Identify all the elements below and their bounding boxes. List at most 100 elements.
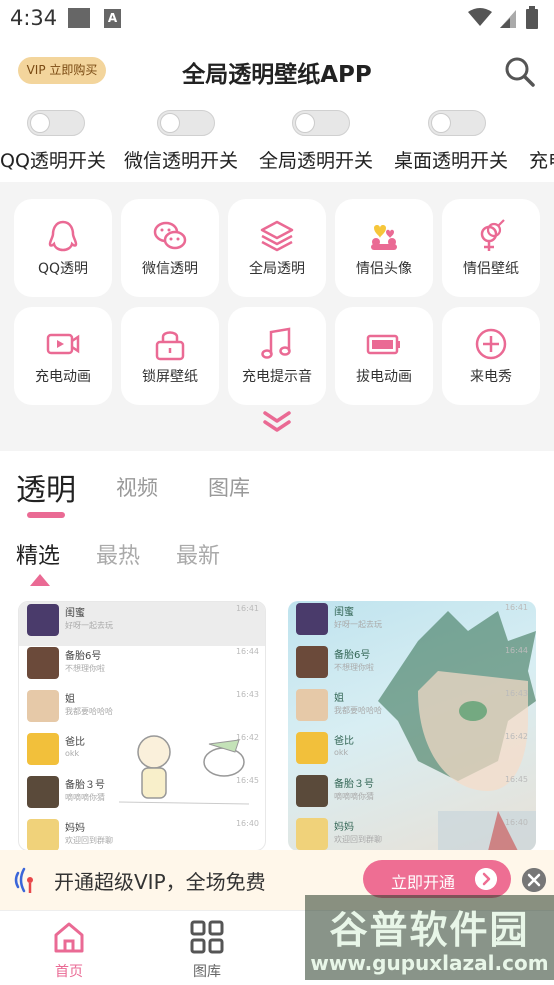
chat-time: 16:41 bbox=[504, 603, 528, 612]
toggle-switch[interactable] bbox=[292, 110, 350, 136]
lock-icon bbox=[155, 331, 185, 361]
chat-row: 备胎6号 不想理你啦 16:44 bbox=[19, 645, 265, 689]
cartoon-illustration bbox=[118, 735, 250, 805]
grid-item-couple-avatar[interactable]: 情侣头像 bbox=[335, 199, 433, 297]
chat-name: 备胎6号 bbox=[334, 650, 371, 661]
notification-app-icon: A bbox=[104, 9, 121, 28]
grid-item-lock-wallpaper[interactable]: 锁屏壁纸 bbox=[121, 307, 219, 405]
avatar bbox=[296, 603, 328, 635]
notification-icon bbox=[68, 8, 90, 28]
grid-label: 全局透明 bbox=[249, 261, 305, 277]
chat-row: 备胎6号 不想理你啦 16:44 bbox=[288, 644, 536, 688]
chat-time: 16:41 bbox=[235, 604, 259, 613]
avatar bbox=[296, 732, 328, 764]
chat-row: 爸比 okk 16:42 bbox=[288, 730, 536, 774]
chat-time: 16:43 bbox=[235, 690, 259, 699]
grid-label: 锁屏壁纸 bbox=[142, 369, 198, 385]
plus-circle-icon bbox=[475, 328, 507, 360]
grid-label: 微信透明 bbox=[142, 261, 198, 277]
chat-time: 16:44 bbox=[504, 646, 528, 655]
chat-message: 我都要哈哈哈 bbox=[65, 707, 113, 716]
chevron-down-double-icon[interactable] bbox=[261, 410, 293, 434]
chat-name: 备胎３号 bbox=[334, 779, 374, 790]
toggle-wechat[interactable]: 微信透明开关 bbox=[124, 108, 254, 178]
tab-transparent[interactable]: 透明 bbox=[16, 465, 76, 509]
chat-row: 闺蜜 好呀一起去玩 16:41 bbox=[288, 601, 536, 645]
toggle-qq[interactable]: QQ透明开关 bbox=[0, 108, 130, 178]
grid-item-charging-animation[interactable]: 充电动画 bbox=[14, 307, 112, 405]
battery-icon bbox=[366, 334, 400, 355]
avatar bbox=[296, 818, 328, 850]
nav-gallery[interactable]: 图库 bbox=[152, 911, 262, 985]
grid-label: 情侣壁纸 bbox=[463, 261, 519, 277]
chat-name: 爸比 bbox=[65, 737, 85, 748]
grid-icon bbox=[190, 920, 224, 954]
toggle-charging[interactable]: 充电 bbox=[529, 108, 554, 178]
avatar bbox=[27, 733, 59, 765]
subtab-newest[interactable]: 最新 bbox=[176, 538, 220, 570]
vip-signal-icon bbox=[14, 867, 33, 893]
couple-avatar-icon bbox=[371, 225, 397, 250]
grid-item-qq-transparent[interactable]: QQ透明 bbox=[14, 199, 112, 297]
avatar bbox=[296, 646, 328, 678]
watermark-url: www.gupuxlazal.com bbox=[310, 951, 549, 975]
avatar bbox=[296, 689, 328, 721]
grid-item-couple-wallpaper[interactable]: 情侣壁纸 bbox=[442, 199, 540, 297]
chat-name: 爸比 bbox=[334, 736, 354, 747]
grid-item-unplug-animation[interactable]: 拔电动画 bbox=[335, 307, 433, 405]
toggle-switch[interactable] bbox=[27, 110, 85, 136]
toggle-desktop[interactable]: 桌面透明开关 bbox=[394, 108, 524, 178]
nav-home[interactable]: 首页 bbox=[14, 911, 124, 985]
vip-open-button[interactable]: 立即开通 bbox=[363, 860, 511, 898]
chat-name: 妈妈 bbox=[65, 823, 85, 834]
chat-time: 16:42 bbox=[504, 732, 528, 741]
avatar bbox=[296, 775, 328, 807]
grid-label: 情侣头像 bbox=[356, 261, 412, 277]
status-time: 4:34 bbox=[10, 6, 58, 30]
vip-banner-text: 开通超级VIP，全场免费 bbox=[54, 870, 266, 894]
search-icon[interactable] bbox=[504, 56, 536, 88]
grid-item-call-show[interactable]: 来电秀 bbox=[442, 307, 540, 405]
video-icon bbox=[46, 333, 80, 355]
layers-icon bbox=[260, 220, 294, 252]
tab-gallery[interactable]: 图库 bbox=[208, 472, 250, 502]
subtab-featured[interactable]: 精选 bbox=[16, 538, 60, 570]
toggle-label: 充电 bbox=[529, 150, 554, 172]
grid-label: 充电动画 bbox=[35, 369, 91, 385]
avatar bbox=[27, 819, 59, 850]
chat-row: 姐 我都要哈哈哈 16:43 bbox=[288, 687, 536, 731]
toggle-switch[interactable] bbox=[157, 110, 215, 136]
grid-item-charging-sound[interactable]: 充电提示音 bbox=[228, 307, 326, 405]
chat-time: 16:43 bbox=[504, 689, 528, 698]
grid-label: 来电秀 bbox=[470, 369, 512, 385]
chat-message: okk bbox=[334, 748, 349, 757]
toggle-label: 桌面透明开关 bbox=[394, 150, 509, 172]
toggle-switch[interactable] bbox=[428, 110, 486, 136]
grid-item-wechat-transparent[interactable]: 微信透明 bbox=[121, 199, 219, 297]
chat-time: 16:40 bbox=[504, 818, 528, 827]
vip-open-label: 立即开通 bbox=[391, 873, 456, 892]
avatar bbox=[27, 647, 59, 679]
wallpaper-card[interactable]: 闺蜜 好呀一起去玩 16:41 备胎6号 不想理你啦 16:44 姐 我都要哈哈… bbox=[288, 601, 536, 851]
toggle-row: QQ透明开关 微信透明开关 全局透明开关 桌面透明开关 充电 bbox=[0, 108, 554, 178]
chat-message: 嘀嘀嘀你猜 bbox=[334, 792, 374, 801]
watermark-title: 谷普软件园 bbox=[329, 908, 530, 952]
subtab-hottest[interactable]: 最热 bbox=[96, 538, 140, 570]
chat-name: 备胎6号 bbox=[65, 651, 102, 662]
grid-item-global-transparent[interactable]: 全局透明 bbox=[228, 199, 326, 297]
avatar bbox=[27, 776, 59, 808]
tab-video[interactable]: 视频 bbox=[116, 472, 158, 502]
close-icon[interactable] bbox=[522, 868, 546, 892]
chat-message: 好呀一起去玩 bbox=[65, 621, 113, 630]
chat-time: 16:44 bbox=[235, 647, 259, 656]
chat-name: 闺蜜 bbox=[65, 608, 85, 619]
wallpaper-card[interactable]: 闺蜜 好呀一起去玩 16:41 备胎6号 不想理你啦 16:44 姐 我都要哈哈… bbox=[18, 601, 266, 851]
avatar bbox=[27, 604, 59, 636]
toggle-global[interactable]: 全局透明开关 bbox=[259, 108, 389, 178]
chevron-right-icon bbox=[475, 868, 497, 890]
penguin-icon bbox=[48, 220, 78, 252]
chat-name: 备胎３号 bbox=[65, 780, 105, 791]
couple-gender-icon bbox=[480, 219, 505, 251]
toggle-label: QQ透明开关 bbox=[0, 150, 106, 172]
wechat-icon bbox=[153, 221, 187, 250]
